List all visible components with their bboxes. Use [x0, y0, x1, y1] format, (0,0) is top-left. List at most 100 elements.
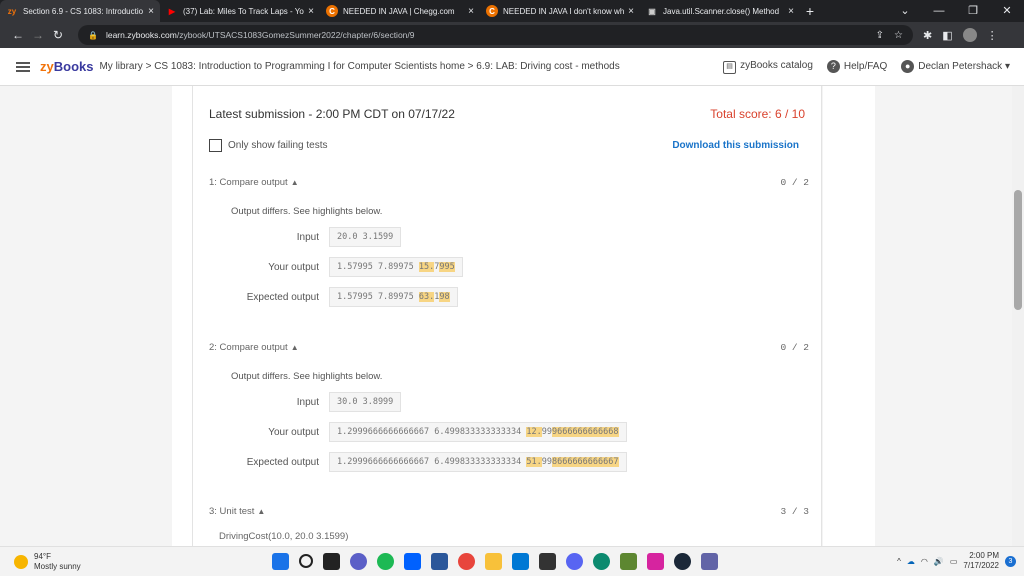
breadcrumb[interactable]: My library > CS 1083: Introduction to Pr… [99, 61, 619, 72]
close-tab-icon[interactable]: × [308, 6, 314, 17]
extensions-icon[interactable]: ✱ [923, 29, 932, 42]
catalog-link[interactable]: ▤ zyBooks catalog [723, 60, 813, 74]
discord-icon[interactable] [566, 553, 583, 570]
tutorialspoint-icon: ▣ [648, 6, 656, 16]
windows-start-icon[interactable] [272, 553, 289, 570]
dropbox-icon[interactable] [404, 553, 421, 570]
browser-tab-strip: zy Section 6.9 - CS 1083: Introductio × … [0, 0, 1024, 22]
vpn-icon[interactable] [539, 553, 556, 570]
store-icon[interactable] [512, 553, 529, 570]
chegg-icon: C [486, 5, 498, 17]
lock-icon: 🔒 [88, 30, 98, 40]
browser-tab[interactable]: ▣ Java.util.Scanner.close() Method × [640, 0, 800, 22]
notification-badge[interactable]: 3 [1005, 555, 1016, 567]
tab-search-icon[interactable]: ⌄ [888, 0, 922, 22]
main-content: Latest submission - 2:00 PM CDT on 07/17… [0, 86, 1024, 546]
test-points: 0 / 2 [780, 177, 809, 188]
unit-test-description: DrivingCost(10.0, 20.0 3.1599) [219, 531, 349, 542]
left-gutter [172, 86, 192, 546]
your-output-box: 1.57995 7.89975 15.7995 [329, 257, 463, 277]
test-title[interactable]: 1: Compare output ▲ [209, 177, 299, 188]
close-tab-icon[interactable]: × [148, 6, 154, 17]
test-title[interactable]: 2: Compare output ▲ [209, 342, 299, 353]
test-title[interactable]: 3: Unit test ▲ [209, 506, 265, 517]
onedrive-icon[interactable]: ☁ [907, 557, 915, 566]
volume-icon[interactable]: 🔊 [934, 557, 944, 566]
total-score: Total score: 6 / 10 [710, 107, 805, 121]
input-box: 20.0 3.1599 [329, 227, 402, 247]
clock[interactable]: 2:00 PM 7/17/2022 [963, 551, 999, 571]
differs-message: Output differs. See highlights below. [231, 206, 383, 217]
user-menu[interactable]: ● Declan Petershack ▾ [901, 60, 1010, 73]
submission-card: Latest submission - 2:00 PM CDT on 07/17… [192, 86, 822, 546]
right-gutter [823, 86, 875, 546]
expected-output-box: 1.57995 7.89975 63.198 [329, 287, 458, 307]
bookmark-star-icon[interactable]: ☆ [894, 30, 903, 41]
edge-icon[interactable] [593, 553, 610, 570]
word-icon[interactable] [431, 553, 448, 570]
browser-tab[interactable]: ▶ (37) Lab: Miles To Track Laps - Yo × [160, 0, 320, 22]
test-points: 0 / 2 [780, 342, 809, 353]
spotify-icon[interactable] [377, 553, 394, 570]
checkbox[interactable] [209, 139, 222, 152]
chevron-up-icon[interactable]: ▲ [291, 343, 299, 352]
taskbar-apps [272, 553, 718, 570]
profile-avatar[interactable] [962, 28, 977, 42]
test-points: 3 / 3 [780, 506, 809, 517]
tray-chevron-icon[interactable]: ^ [897, 557, 901, 566]
back-arrow-icon[interactable]: ← [8, 28, 28, 42]
search-icon[interactable] [299, 554, 313, 568]
help-link[interactable]: ? Help/FAQ [826, 60, 887, 73]
zybooks-icon: zy [7, 6, 17, 16]
differs-message: Output differs. See highlights below. [231, 371, 383, 382]
sun-icon [14, 555, 28, 569]
test-result: 3: Unit test ▲ 3 / 3 DrivingCost(10.0, 20… [209, 506, 809, 542]
minimize-icon[interactable]: — [922, 0, 956, 22]
close-window-icon[interactable]: ✕ [990, 0, 1024, 22]
chevron-up-icon[interactable]: ▲ [291, 178, 299, 187]
file-explorer-icon[interactable] [485, 553, 502, 570]
zybooks-header: zyBooks My library > CS 1083: Introducti… [0, 48, 1024, 86]
latest-submission: Latest submission - 2:00 PM CDT on 07/17… [209, 107, 455, 121]
youtube-icon: ▶ [168, 6, 176, 16]
scrollbar-thumb[interactable] [1014, 190, 1022, 310]
your-output-box: 1.2999666666666667 6.499833333333334 12.… [329, 422, 627, 442]
chevron-up-icon[interactable]: ▲ [257, 507, 265, 516]
window-controls: ⌄ — ❐ ✕ [888, 0, 1024, 22]
url-input[interactable]: 🔒 learn.zybooks.com/zybook/UTSACS1083Gom… [78, 25, 913, 45]
hamburger-menu-icon[interactable] [16, 61, 30, 72]
browser-tab[interactable]: zy Section 6.9 - CS 1083: Introductio × [0, 0, 160, 22]
minecraft-icon[interactable] [620, 553, 637, 570]
weather-widget[interactable]: 94°F Mostly sunny [14, 552, 81, 572]
teams-chat-icon[interactable] [350, 553, 367, 570]
battery-icon[interactable]: ▭ [950, 557, 958, 566]
catalog-icon: ▤ [723, 60, 737, 74]
close-tab-icon[interactable]: × [788, 6, 794, 17]
page-scrollbar[interactable] [1012, 86, 1024, 546]
maximize-icon[interactable]: ❐ [956, 0, 990, 22]
task-view-icon[interactable] [323, 553, 340, 570]
chrome-icon[interactable] [458, 553, 475, 570]
wifi-icon[interactable]: ◠ [921, 557, 928, 566]
new-tab-button[interactable]: + [800, 0, 820, 22]
zybooks-logo[interactable]: zyBooks [40, 59, 93, 74]
browser-tab[interactable]: C NEEDED IN JAVA I don't know wh × [480, 0, 640, 22]
reload-icon[interactable]: ↻ [48, 28, 68, 42]
download-submission-link[interactable]: Download this submission [672, 140, 799, 151]
chegg-icon: C [326, 5, 338, 17]
instagram-icon[interactable] [647, 553, 664, 570]
user-icon: ● [901, 60, 915, 73]
sidebar-icon[interactable]: ◧ [942, 29, 952, 42]
address-bar: ← → ↻ 🔒 learn.zybooks.com/zybook/UTSACS1… [0, 22, 1024, 48]
share-icon[interactable]: ⇪ [876, 30, 884, 41]
test-result: 2: Compare output ▲ 0 / 2 Output differs.… [209, 342, 809, 472]
close-tab-icon[interactable]: × [628, 6, 634, 17]
teams-icon[interactable] [701, 553, 718, 570]
only-failing-toggle[interactable]: Only show failing tests [209, 139, 328, 152]
taskbar: 94°F Mostly sunny ^ ☁ ◠ 🔊 ▭ 2:00 PM 7/17… [0, 546, 1024, 576]
close-tab-icon[interactable]: × [468, 6, 474, 17]
menu-kebab-icon[interactable]: ⋮ [987, 29, 998, 42]
steam-icon[interactable] [674, 553, 691, 570]
forward-arrow-icon[interactable]: → [28, 28, 48, 42]
browser-tab[interactable]: C NEEDED IN JAVA | Chegg.com × [320, 0, 480, 22]
